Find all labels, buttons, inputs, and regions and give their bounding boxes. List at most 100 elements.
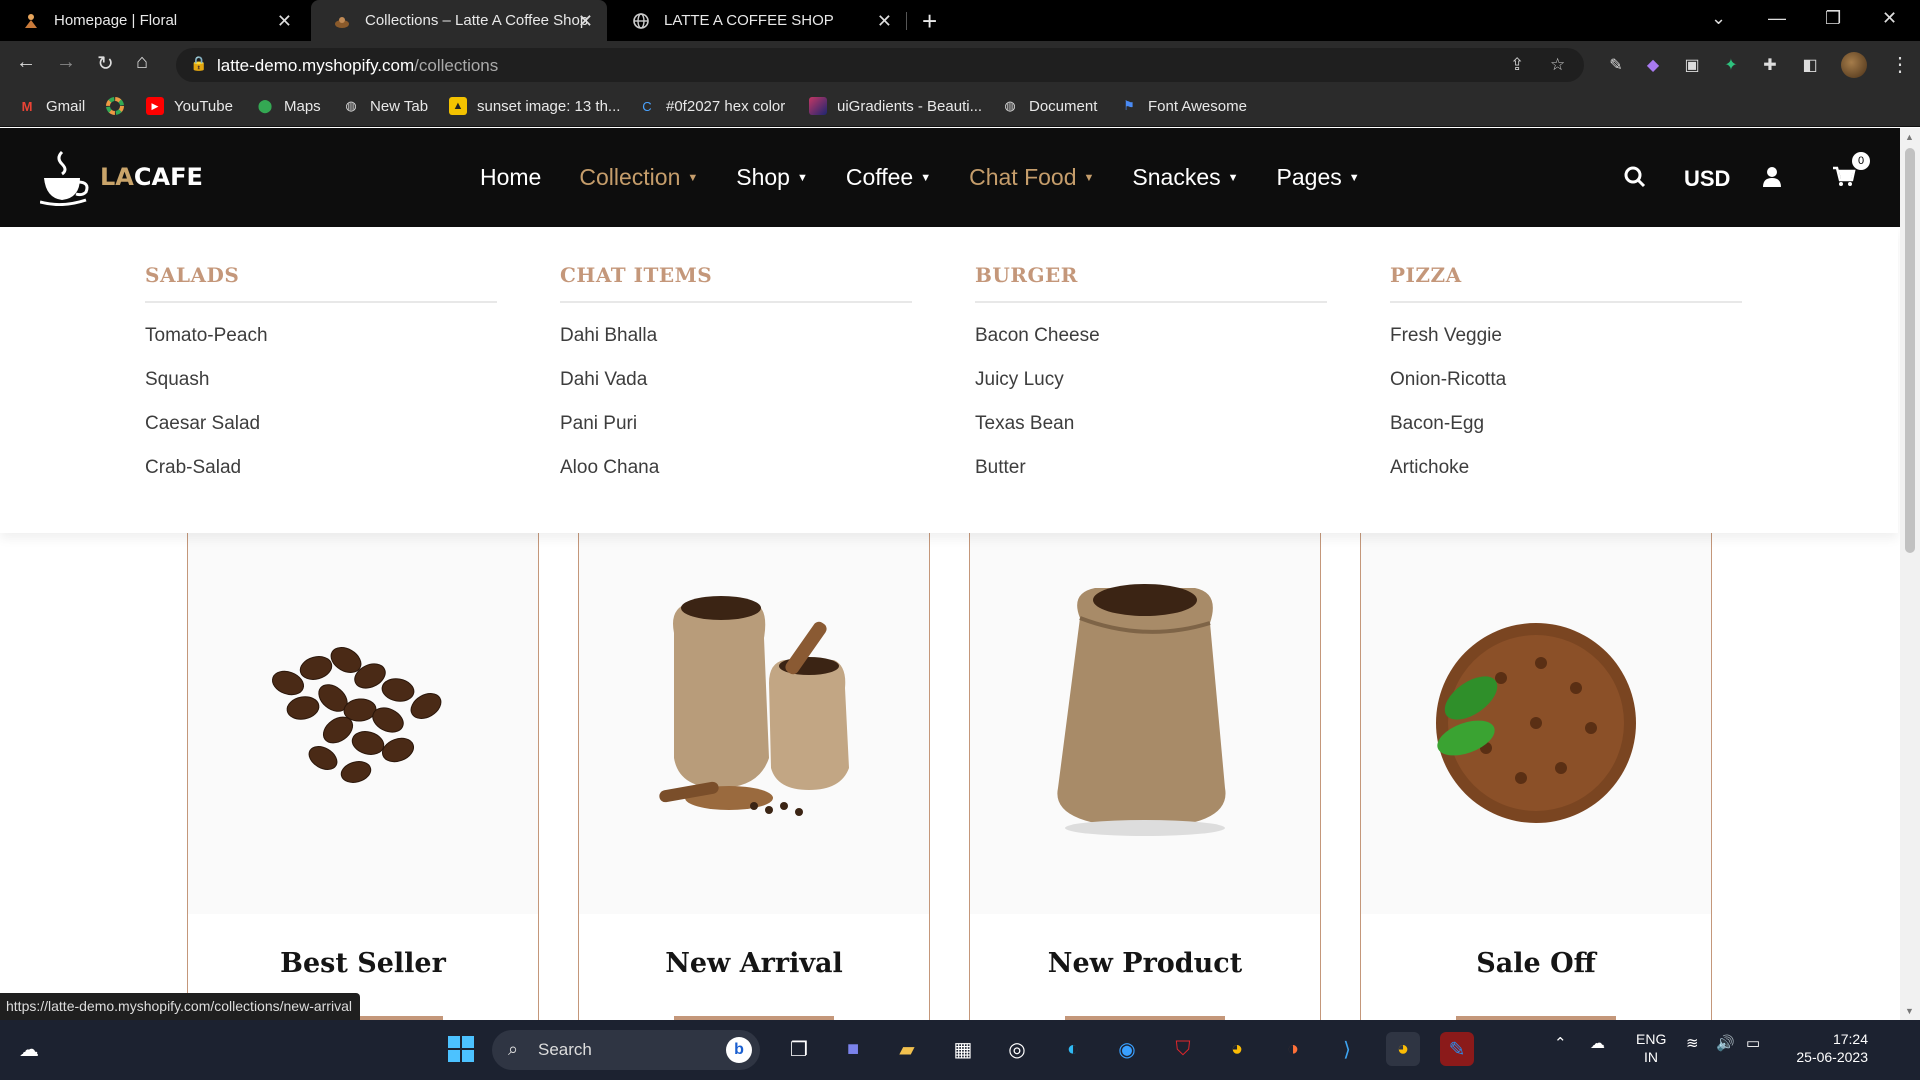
- home-icon[interactable]: ⌂: [136, 51, 148, 74]
- bing-icon[interactable]: b: [726, 1037, 752, 1063]
- scroll-down-arrow-icon[interactable]: ▼: [1905, 1006, 1914, 1016]
- mega-link[interactable]: Dahi Bhalla: [560, 325, 912, 347]
- restore-icon[interactable]: ❐: [1825, 8, 1841, 29]
- volume-icon[interactable]: 🔊: [1716, 1034, 1735, 1052]
- chrome-active-icon[interactable]: ◕: [1386, 1032, 1420, 1066]
- bookmark-maps[interactable]: ⬤ Maps: [256, 97, 321, 115]
- scrollbar-thumb[interactable]: [1905, 148, 1915, 553]
- teams-chat-icon[interactable]: ■: [836, 1032, 870, 1066]
- extensions-puzzle-icon[interactable]: ✚: [1760, 55, 1780, 75]
- new-tab-plus-icon[interactable]: +: [922, 6, 937, 37]
- tab-collections[interactable]: Collections – Latte A Coffee Shop ✕: [311, 0, 607, 41]
- nav-coffee[interactable]: Coffee ▼: [846, 164, 931, 191]
- back-arrow-icon[interactable]: ←: [16, 51, 36, 74]
- address-bar[interactable]: 🔒 latte-demo.myshopify.com/collections ⇪…: [176, 48, 1584, 82]
- nav-snackes[interactable]: Snackes ▼: [1132, 164, 1238, 191]
- mega-heading[interactable]: BURGER: [975, 263, 1327, 303]
- mega-link[interactable]: Fresh Veggie: [1390, 325, 1742, 347]
- collection-name[interactable]: Best Seller: [188, 948, 538, 979]
- bookmark-document[interactable]: ◍ Document: [1001, 97, 1097, 115]
- onedrive-cloud-icon[interactable]: ☁: [1590, 1034, 1605, 1052]
- user-account-icon[interactable]: [1762, 166, 1782, 194]
- mega-link[interactable]: Pani Puri: [560, 413, 912, 435]
- close-tab-icon[interactable]: ✕: [877, 11, 892, 32]
- file-explorer-icon[interactable]: ▰: [890, 1032, 924, 1066]
- extension-purple-icon[interactable]: ◆: [1643, 55, 1663, 75]
- vscode-icon[interactable]: ⟩: [1330, 1032, 1364, 1066]
- mega-link[interactable]: Onion-Ricotta: [1390, 369, 1742, 391]
- firefox-icon[interactable]: ◑: [1276, 1032, 1310, 1066]
- mega-heading[interactable]: PIZZA: [1390, 263, 1742, 303]
- tray-overflow-chevron-icon[interactable]: ⌃: [1554, 1034, 1567, 1052]
- nav-home[interactable]: Home: [480, 164, 541, 191]
- bookmark-youtube[interactable]: ▶ YouTube: [146, 97, 233, 115]
- collection-name[interactable]: New Arrival: [579, 948, 929, 979]
- nav-pages[interactable]: Pages ▼: [1277, 164, 1360, 191]
- screenshot-camera-icon[interactable]: ▣: [1682, 55, 1702, 75]
- close-tab-icon[interactable]: ✕: [578, 11, 593, 32]
- update-notification-icon[interactable]: ◉: [1110, 1032, 1144, 1066]
- mega-link[interactable]: Butter: [975, 457, 1327, 479]
- mega-link[interactable]: Crab-Salad: [145, 457, 497, 479]
- mega-link[interactable]: Juicy Lucy: [975, 369, 1327, 391]
- site-logo[interactable]: LACAFE: [40, 148, 203, 206]
- mega-link[interactable]: Dahi Vada: [560, 369, 912, 391]
- bookmark-hex-color[interactable]: C #0f2027 hex color: [638, 97, 785, 115]
- close-tab-icon[interactable]: ✕: [277, 11, 292, 32]
- mcafee-shield-icon[interactable]: ⛉: [1166, 1032, 1200, 1066]
- chrome-icon[interactable]: ◕: [1220, 1032, 1254, 1066]
- weather-cloud-icon[interactable]: ☁: [12, 1032, 46, 1066]
- mega-link[interactable]: Caesar Salad: [145, 413, 497, 435]
- mega-link[interactable]: Bacon Cheese: [975, 325, 1327, 347]
- tab-latte-coffee-shop[interactable]: LATTE A COFFEE SHOP ✕: [610, 0, 906, 41]
- browser-menu-icon[interactable]: ⋮: [1890, 52, 1910, 77]
- bookmark-uigradients[interactable]: uiGradients - Beauti...: [809, 97, 982, 115]
- taskbar-search[interactable]: ⌕ Search b: [492, 1030, 760, 1070]
- share-icon[interactable]: ⇪: [1510, 55, 1524, 75]
- mega-link[interactable]: Bacon-Egg: [1390, 413, 1742, 435]
- mega-link[interactable]: Artichoke: [1390, 457, 1742, 479]
- mega-link[interactable]: Squash: [145, 369, 497, 391]
- collection-name[interactable]: Sale Off: [1361, 948, 1711, 979]
- mega-link[interactable]: Aloo Chana: [560, 457, 912, 479]
- reload-icon[interactable]: ↻: [97, 51, 114, 76]
- mega-link[interactable]: Texas Bean: [975, 413, 1327, 435]
- forward-arrow-icon[interactable]: →: [56, 51, 76, 74]
- edge-browser-icon[interactable]: ◐: [1056, 1032, 1090, 1066]
- paint-app-icon[interactable]: ✎: [1440, 1032, 1474, 1066]
- collection-name[interactable]: New Product: [970, 948, 1320, 979]
- side-panel-icon[interactable]: ◧: [1800, 55, 1820, 75]
- scroll-up-arrow-icon[interactable]: ▲: [1905, 132, 1914, 142]
- bookmark-new-tab[interactable]: ◍ New Tab: [342, 97, 428, 115]
- bookmark-colorful[interactable]: [106, 97, 134, 115]
- mega-heading[interactable]: CHAT ITEMS: [560, 263, 912, 303]
- minimize-icon[interactable]: —: [1768, 8, 1786, 29]
- close-window-icon[interactable]: ✕: [1882, 8, 1897, 29]
- extension-edit-icon[interactable]: ✎: [1606, 55, 1626, 75]
- wifi-icon[interactable]: ≋: [1686, 1034, 1699, 1052]
- bookmark-font-awesome[interactable]: ⚑ Font Awesome: [1120, 97, 1247, 115]
- page-scrollbar[interactable]: ▲ ▼: [1900, 128, 1920, 1020]
- bookmark-sunset-image[interactable]: ▲ sunset image: 13 th...: [449, 97, 620, 115]
- nav-collection[interactable]: Collection ▼: [579, 164, 698, 191]
- taskbar-clock[interactable]: 17:24 25-06-2023: [1786, 1030, 1868, 1066]
- nav-shop[interactable]: Shop ▼: [736, 164, 808, 191]
- tab-homepage-floral[interactable]: Homepage | Floral ✕: [0, 0, 306, 41]
- search-icon[interactable]: [1624, 166, 1646, 194]
- bookmark-gmail[interactable]: M Gmail: [18, 97, 86, 115]
- task-view-icon[interactable]: ❐: [782, 1032, 816, 1066]
- mega-heading[interactable]: SALADS: [145, 263, 497, 303]
- extension-green-icon[interactable]: ✦: [1721, 55, 1741, 75]
- profile-avatar[interactable]: [1841, 52, 1867, 78]
- mega-link[interactable]: Tomato-Peach: [145, 325, 497, 347]
- app-circle-icon[interactable]: ◎: [1000, 1032, 1034, 1066]
- nav-chat-food[interactable]: Chat Food ▼: [969, 164, 1094, 191]
- currency-selector[interactable]: USD: [1684, 166, 1730, 192]
- microsoft-store-icon[interactable]: ▦: [946, 1032, 980, 1066]
- language-indicator[interactable]: ENG IN: [1636, 1030, 1666, 1066]
- windows-start-icon[interactable]: [444, 1032, 478, 1066]
- battery-icon[interactable]: ▭: [1746, 1034, 1760, 1052]
- tab-search-chevron-icon[interactable]: ⌄: [1711, 8, 1726, 29]
- cart-icon[interactable]: [1832, 166, 1856, 194]
- bookmark-star-icon[interactable]: ☆: [1550, 55, 1565, 75]
